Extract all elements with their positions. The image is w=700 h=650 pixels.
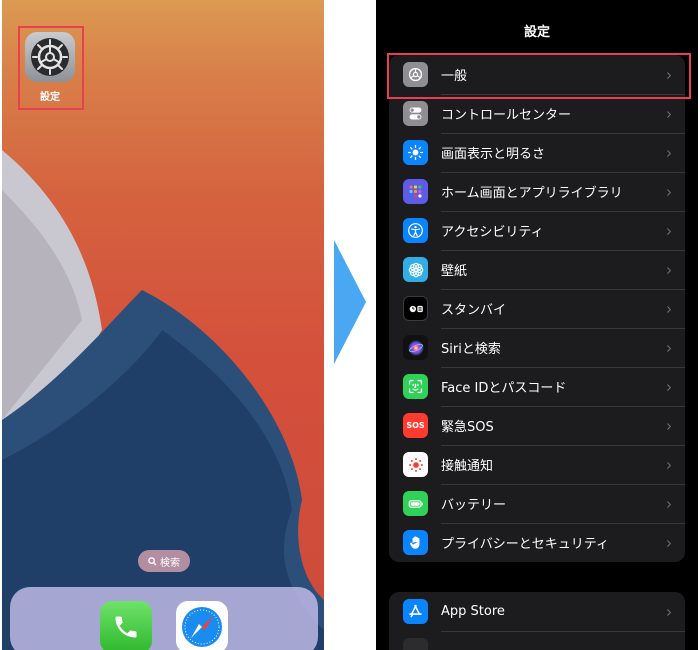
- settings-row-display-brightness[interactable]: 画面表示と明るさ ›: [389, 133, 685, 172]
- settings-row-standby[interactable]: スタンバイ ›: [389, 289, 685, 328]
- settings-group-store: App Store ›: [389, 592, 685, 650]
- standby-icon: [403, 296, 428, 321]
- row-label: コントロールセンター: [441, 108, 572, 123]
- chevron-right-icon: ›: [666, 493, 672, 514]
- settings-row-wallet-cutoff[interactable]: [389, 631, 685, 650]
- settings-row-privacy-security[interactable]: プライバシーとセキュリティ ›: [389, 523, 685, 562]
- exposure-icon: [403, 452, 428, 477]
- settings-app-highlight: [18, 26, 84, 110]
- settings-row-emergency-sos[interactable]: SOS 緊急SOS ›: [389, 406, 685, 445]
- chevron-right-icon: ›: [666, 376, 672, 397]
- chevron-right-icon: ›: [666, 259, 672, 280]
- settings-row-face-id-passcode[interactable]: Face IDとパスコード ›: [389, 367, 685, 406]
- hand-icon: [403, 530, 428, 555]
- chevron-right-icon: ›: [666, 103, 672, 124]
- wallet-icon: [403, 638, 428, 650]
- settings-row-home-screen[interactable]: ホーム画面とアプリライブラリ ›: [389, 172, 685, 211]
- settings-group-main: 一般 › コントロールセンター › 画面表示と明るさ › ホーム画面とアプリライ…: [389, 55, 685, 562]
- face-id-icon: [403, 374, 428, 399]
- settings-row-battery[interactable]: バッテリー ›: [389, 484, 685, 523]
- phone-app[interactable]: [100, 601, 152, 650]
- settings-row-siri-search[interactable]: Siriと検索 ›: [389, 328, 685, 367]
- row-label: アクセシビリティ: [441, 225, 544, 240]
- next-step-arrow: [334, 240, 366, 364]
- settings-row-wallpaper[interactable]: 壁紙 ›: [389, 250, 685, 289]
- chevron-right-icon: ›: [666, 532, 672, 553]
- row-label: プライバシーとセキュリティ: [441, 537, 609, 552]
- chevron-right-icon: ›: [666, 181, 672, 202]
- phone-icon: [115, 616, 137, 638]
- row-label: App Store: [441, 604, 505, 619]
- home-screen: 設定 検索: [2, 0, 324, 650]
- safari-app[interactable]: [176, 601, 228, 650]
- sun-icon: [403, 140, 428, 165]
- row-label: バッテリー: [441, 498, 507, 513]
- chevron-right-icon: ›: [666, 415, 672, 436]
- app-store-icon: [403, 599, 428, 624]
- settings-row-accessibility[interactable]: アクセシビリティ ›: [389, 211, 685, 250]
- accessibility-icon: [403, 218, 428, 243]
- row-label: ホーム画面とアプリライブラリ: [441, 186, 623, 201]
- compass-icon: [182, 607, 222, 647]
- page-title: 設定: [523, 25, 550, 40]
- chevron-right-icon: ›: [666, 601, 672, 622]
- sos-icon: SOS: [403, 413, 428, 438]
- siri-icon: [403, 335, 428, 360]
- dock: [10, 587, 318, 650]
- battery-icon: [403, 491, 428, 516]
- row-label: 画面表示と明るさ: [441, 147, 546, 162]
- row-label: Face IDとパスコード: [441, 381, 567, 396]
- search-icon: [148, 556, 157, 566]
- chevron-right-icon: ›: [666, 142, 672, 163]
- settings-row-app-store[interactable]: App Store ›: [389, 592, 685, 631]
- row-label: 壁紙: [441, 264, 468, 279]
- sos-icon-text: SOS: [406, 421, 425, 430]
- row-label: 接触通知: [441, 459, 494, 474]
- toggles-icon: [403, 101, 428, 126]
- settings-row-control-center[interactable]: コントロールセンター ›: [389, 94, 685, 133]
- chevron-right-icon: ›: [666, 337, 672, 358]
- spotlight-search-button[interactable]: 検索: [138, 550, 190, 572]
- flower-icon: [403, 257, 428, 282]
- general-row-highlight: [387, 53, 691, 99]
- chevron-right-icon: ›: [666, 220, 672, 241]
- chevron-right-icon: ›: [666, 454, 672, 475]
- settings-row-exposure-notifications[interactable]: 接触通知 ›: [389, 445, 685, 484]
- row-label: Siriと検索: [441, 342, 501, 357]
- chevron-right-icon: ›: [666, 298, 672, 319]
- row-label: スタンバイ: [441, 303, 507, 318]
- row-label: 緊急SOS: [441, 420, 494, 435]
- search-label: 検索: [160, 557, 180, 569]
- app-grid-icon: [403, 179, 428, 204]
